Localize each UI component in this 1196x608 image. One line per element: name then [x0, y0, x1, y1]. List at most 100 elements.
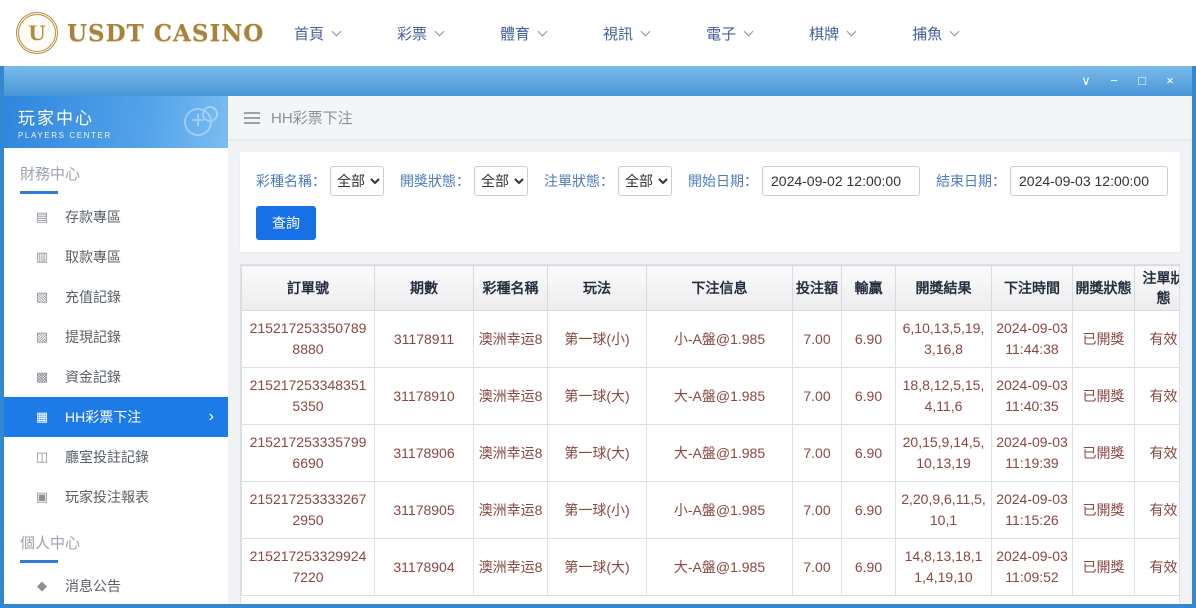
bet-info-cell: 大-A盤@1.985 [647, 368, 793, 425]
sidebar: 玩家中心 PLAYERS CENTER 財務中心▤存款專區▥取款專區▧充值記錄▨… [4, 96, 228, 604]
order-no-cell: 2152172533483515350 [242, 368, 375, 425]
sidebar-item-deposit[interactable]: ▤存款專區 [4, 197, 228, 237]
sidebar-item-recharge-record[interactable]: ▧充值記錄 [4, 277, 228, 317]
bet-amount-cell: 7.00 [793, 311, 842, 368]
order-no-cell: 2152172533507898880 [242, 311, 375, 368]
lottery-select-label: 彩種名稱： [256, 171, 326, 191]
col-header-order-status: 注單狀態 [1135, 266, 1181, 311]
nav-item[interactable]: 彩票 [397, 23, 443, 44]
draw-result-cell: 14,8,13,18,11,4,19,10 [896, 539, 992, 596]
bet-info-cell: 小-A盤@1.985 [647, 311, 793, 368]
bet-time-cell: 2024-09-03 11:44:38 [992, 311, 1073, 368]
brand-logo-icon: U [16, 12, 58, 54]
filter-panel: 彩種名稱：全部開獎狀態：全部注單狀態：全部開始日期：結束日期： 查詢 [240, 152, 1180, 252]
funds-record-icon: ▩ [34, 369, 50, 385]
window-collapse-button[interactable]: ∨ [1072, 66, 1100, 96]
sidebar-item-label: 廳室投註記錄 [65, 447, 149, 467]
sidebar-item-room-bet-record[interactable]: ◫ 廳室投註記錄 [4, 437, 228, 477]
issue-cell: 31178906 [375, 425, 474, 482]
sidebar-section-label: 財務中心 [20, 163, 212, 184]
sidebar-item-withdraw[interactable]: ▥取款專區 [4, 237, 228, 277]
chevron-right-icon: › [209, 408, 214, 426]
sidebar-item-label: 存款專區 [65, 207, 121, 227]
withdraw-icon: ▥ [34, 249, 50, 265]
page-header: HH彩票下注 [228, 96, 1192, 140]
hamburger-menu-icon[interactable] [244, 112, 260, 124]
play-type-cell: 第一球(大) [548, 368, 647, 425]
sidebar-item-hh-lottery-bets[interactable]: ▦HH彩票下注› [4, 397, 228, 437]
sidebar-item-player-bet-report[interactable]: ▣玩家投注報表 [4, 477, 228, 517]
bet-status-select[interactable]: 全部 [618, 166, 672, 196]
lottery-name-cell: 澳洲幸运8 [474, 311, 548, 368]
window-minimize-button[interactable]: − [1100, 66, 1128, 96]
button-row: 查詢 [256, 206, 1164, 240]
order-status-cell: 有效 [1135, 425, 1181, 482]
win-loss-cell: 6.90 [842, 539, 896, 596]
bet-amount-cell: 7.00 [793, 482, 842, 539]
window-titlebar[interactable]: ∨−□× [4, 66, 1192, 96]
bet-time-cell: 2024-09-03 11:15:26 [992, 482, 1073, 539]
end-date-input-label: 結束日期： [936, 171, 1006, 191]
lottery-name-cell: 澳洲幸运8 [474, 368, 548, 425]
brand-name: USDT CASINO [67, 20, 264, 47]
nav-item[interactable]: 電子 [706, 23, 752, 44]
sidebar-item-label: 提現記錄 [65, 327, 121, 347]
sidebar-item-announcements[interactable]: ◆消息公告 [4, 566, 228, 604]
sidebar-item-label: 資金記錄 [65, 367, 121, 387]
nav-item[interactable]: 首頁 [294, 23, 340, 44]
sidebar-section-label: 個人中心 [20, 532, 212, 553]
main-content: HH彩票下注 彩種名稱：全部開獎狀態：全部注單狀態：全部開始日期：結束日期： 查… [228, 96, 1192, 604]
window-body: 玩家中心 PLAYERS CENTER 財務中心▤存款專區▥取款專區▧充值記錄▨… [4, 96, 1192, 604]
issue-cell: 31178905 [375, 482, 474, 539]
bet-amount-cell: 7.00 [793, 368, 842, 425]
window-controls: ∨−□× [1072, 66, 1184, 96]
player-report-icon: ▣ [34, 489, 50, 505]
nav-item[interactable]: 棋牌 [809, 23, 855, 44]
nav-item[interactable]: 體育 [500, 23, 546, 44]
order-no-cell: 2152172533332672950 [242, 482, 375, 539]
order-no-cell: 2152172533299247220 [242, 539, 375, 596]
sidebar-item-funds-record[interactable]: ▩ 資金記錄 [4, 357, 228, 397]
start-date-input-label: 開始日期： [688, 171, 758, 191]
table-row: 215217253335799669031178906澳洲幸运8第一球(大)大-… [242, 425, 1181, 482]
bet-info-cell: 大-A盤@1.985 [647, 425, 793, 482]
win-loss-cell: 6.90 [842, 368, 896, 425]
chevron-down-icon [332, 26, 342, 36]
brand[interactable]: U USDT CASINO [16, 12, 266, 54]
play-type-cell: 第一球(大) [548, 425, 647, 482]
col-header-draw-result: 開獎結果 [896, 266, 992, 311]
chevron-down-icon [641, 26, 651, 36]
nav-item-label: 體育 [500, 23, 530, 44]
draw-status-cell: 已開獎 [1073, 368, 1135, 425]
col-header-bet-time: 下注時間 [992, 266, 1073, 311]
bet-amount-cell: 7.00 [793, 539, 842, 596]
lottery-name-cell: 澳洲幸运8 [474, 425, 548, 482]
window-maximize-button[interactable]: □ [1128, 66, 1156, 96]
nav-item[interactable]: 視訊 [603, 23, 649, 44]
nav-item-label: 電子 [706, 23, 736, 44]
sidebar-item-label: HH彩票下注 [65, 407, 141, 427]
lottery-select[interactable]: 全部 [330, 166, 384, 196]
page-title: HH彩票下注 [271, 107, 353, 128]
lottery-name-cell: 澳洲幸运8 [474, 482, 548, 539]
draw-status-cell: 已開獎 [1073, 311, 1135, 368]
filter-row: 彩種名稱：全部開獎狀態：全部注單狀態：全部開始日期：結束日期： [256, 166, 1164, 196]
bet-status-select-label: 注單狀態： [544, 171, 614, 191]
room-bet-record-icon: ◫ [34, 449, 50, 465]
nav-item-label: 彩票 [397, 23, 427, 44]
window-close-button[interactable]: × [1156, 66, 1184, 96]
col-header-play-type: 玩法 [548, 266, 647, 311]
start-date-input[interactable] [762, 166, 920, 196]
sidebar-item-withdraw-record[interactable]: ▨提現記錄 [4, 317, 228, 357]
draw-status-cell: 已開獎 [1073, 539, 1135, 596]
sidebar-item-label: 消息公告 [65, 576, 121, 596]
search-button[interactable]: 查詢 [256, 206, 316, 240]
play-type-cell: 第一球(小) [548, 311, 647, 368]
nav-item[interactable]: 捕魚 [912, 23, 958, 44]
bet-time-cell: 2024-09-03 11:40:35 [992, 368, 1073, 425]
screen: U USDT CASINO 首頁彩票體育視訊電子棋牌捕魚 ∨−□× 玩家中心 P… [0, 0, 1196, 608]
end-date-input[interactable] [1010, 166, 1168, 196]
draw-result-cell: 2,20,9,6,11,5,10,1 [896, 482, 992, 539]
nav-item-label: 捕魚 [912, 23, 942, 44]
draw-status-select[interactable]: 全部 [474, 166, 528, 196]
